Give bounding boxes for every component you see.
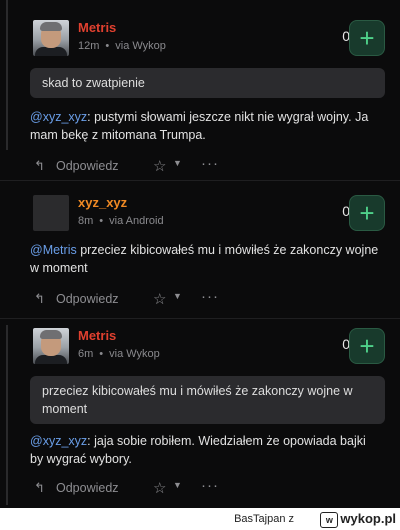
comment-actions: ↰ Odpowiedz ☆ ▼ ···	[30, 155, 390, 176]
quoted-text: przeciez kibicowałeś mu i mówiłeś że zak…	[30, 376, 385, 424]
comment: Metris 12m • via Wykop 0 + skad to zwatpie…	[30, 20, 390, 176]
star-icon[interactable]: ☆	[153, 290, 166, 308]
thread-line	[6, 0, 8, 150]
comment-actions: ↰ Odpowiedz ☆ ▼ ···	[30, 288, 390, 309]
author-name[interactable]: xyz_xyz	[78, 195, 127, 210]
comment: Metris 6m • via Wykop 0 + przeciez kibicow…	[30, 328, 390, 498]
plus-icon: +	[359, 23, 375, 53]
comment-actions: ↰ Odpowiedz ☆ ▼ ···	[30, 477, 390, 498]
chevron-down-icon[interactable]: ▼	[173, 480, 182, 490]
comment-header: Metris 12m • via Wykop 0 +	[30, 20, 390, 60]
divider	[0, 180, 400, 181]
comment-time: 8m	[78, 215, 94, 227]
comment: xyz_xyz 8m • via Android 0 + @Metris przec…	[30, 195, 390, 309]
comment-time: 12m	[78, 40, 100, 52]
reply-icon[interactable]: ↰	[34, 291, 45, 307]
comment-meta: 8m • via Android	[78, 215, 164, 227]
comment-body: @xyz_xyz: jaja sobie robiłem. Wiedziałem…	[30, 432, 380, 468]
plus-icon: +	[359, 331, 375, 361]
site-logo: w wykop.pl	[320, 511, 396, 528]
upvote-button[interactable]: +	[349, 195, 385, 231]
divider	[0, 318, 400, 319]
comment-source: via Wykop	[109, 348, 160, 360]
comment-thread: Metris 12m • via Wykop 0 + skad to zwatpie…	[0, 0, 400, 510]
user-mention[interactable]: @xyz_xyz	[30, 110, 87, 124]
comment-source: via Wykop	[115, 40, 166, 52]
more-icon[interactable]: ···	[201, 477, 219, 494]
upvote-button[interactable]: +	[349, 20, 385, 56]
user-mention[interactable]: @Metris	[30, 243, 77, 257]
chevron-down-icon[interactable]: ▼	[173, 158, 182, 168]
wykop-logo-icon: w	[320, 511, 339, 528]
comment-header: Metris 6m • via Wykop 0 +	[30, 328, 390, 368]
reply-button[interactable]: Odpowiedz	[56, 481, 119, 495]
comment-body: @Metris przeciez kibicowałeś mu i mówiłe…	[30, 241, 380, 277]
comment-source: via Android	[109, 215, 164, 227]
user-mention[interactable]: @xyz_xyz	[30, 434, 87, 448]
quoted-text: skad to zwatpienie	[30, 68, 385, 98]
site-name: wykop.pl	[340, 511, 396, 526]
author-name[interactable]: Metris	[78, 328, 116, 343]
comment-text: przeciez kibicowałeś mu i mówiłeś że zak…	[30, 243, 379, 275]
reply-icon[interactable]: ↰	[34, 480, 45, 496]
reply-button[interactable]: Odpowiedz	[56, 292, 119, 306]
comment-meta: 6m • via Wykop	[78, 348, 160, 360]
avatar[interactable]	[33, 20, 69, 56]
chevron-down-icon[interactable]: ▼	[173, 291, 182, 301]
upvote-button[interactable]: +	[349, 328, 385, 364]
plus-icon: +	[359, 198, 375, 228]
author-name[interactable]: Metris	[78, 20, 116, 35]
more-icon[interactable]: ···	[201, 155, 219, 172]
thread-line	[6, 325, 8, 505]
star-icon[interactable]: ☆	[153, 479, 166, 497]
comment-header: xyz_xyz 8m • via Android 0 +	[30, 195, 390, 235]
comment-body: @xyz_xyz: pustymi słowami jeszcze nikt n…	[30, 108, 380, 144]
comment-meta: 12m • via Wykop	[78, 40, 166, 52]
reply-button[interactable]: Odpowiedz	[56, 159, 119, 173]
attribution-text: BasTajpan z	[234, 513, 294, 525]
attribution-footer: BasTajpan z w wykop.pl	[0, 508, 400, 530]
reply-icon[interactable]: ↰	[34, 158, 45, 174]
more-icon[interactable]: ···	[201, 288, 219, 305]
avatar[interactable]	[33, 328, 69, 364]
avatar[interactable]	[33, 195, 69, 231]
star-icon[interactable]: ☆	[153, 157, 166, 175]
comment-time: 6m	[78, 348, 94, 360]
